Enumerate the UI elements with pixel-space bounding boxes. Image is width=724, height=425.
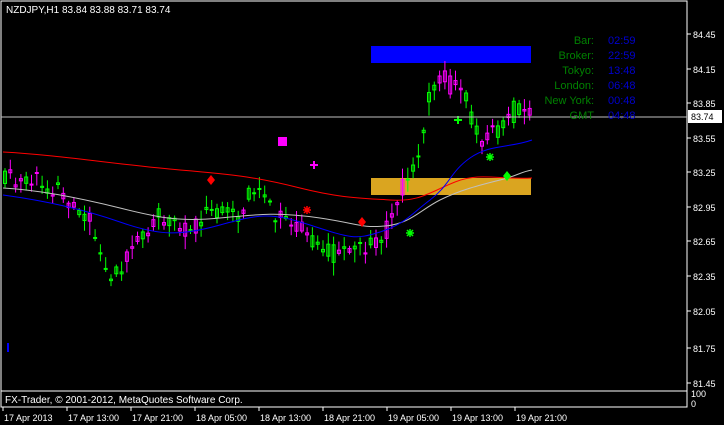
- candle-body: [93, 236, 98, 239]
- ohlc-readout: 83.84 83.88 83.71 83.74: [62, 5, 171, 16]
- price-tick-label: 82.35: [693, 272, 716, 282]
- clock-row-value: 00:48: [608, 95, 636, 107]
- price-tick-label: 82.65: [693, 237, 716, 247]
- time-tick-label: 17 Apr 2013: [4, 413, 53, 423]
- candle-body: [257, 187, 262, 190]
- time-tick-label: 17 Apr 13:00: [68, 413, 119, 423]
- session-clock-panel: Bar: 02:59 Broker: 22:59 Tokyo: 13:48 London: 0…: [544, 35, 635, 122]
- time-tick-label: 19 Apr 05:00: [388, 413, 439, 423]
- time-tick-label: 19 Apr 21:00: [516, 413, 567, 423]
- star-marker: [406, 229, 414, 237]
- price-tick-label: 81.75: [693, 344, 716, 354]
- diamond-marker: [207, 175, 215, 185]
- star-marker: [303, 206, 311, 214]
- price-tick-label: 82.95: [693, 203, 716, 213]
- candle-body: [490, 125, 495, 128]
- candle-body: [289, 224, 294, 227]
- price-tick-label: 84.45: [693, 30, 716, 40]
- clock-row-value: 06:48: [608, 80, 636, 92]
- candle-body: [252, 192, 257, 195]
- price-axis: 84.45 84.15 83.85 83.55 83.25 82.95 82.65 82.35…: [687, 30, 716, 389]
- price-chart[interactable]: NZDJPY,H1 83.84 83.88 83.71 83.74 83.74 …: [0, 0, 724, 425]
- square-marker: [278, 137, 287, 146]
- clock-row-value: 22:59: [608, 50, 636, 62]
- blue-zone-box: [371, 46, 531, 63]
- candle-body: [273, 220, 278, 223]
- cross-marker: [310, 161, 318, 169]
- price-tick-label: 82.05: [693, 307, 716, 317]
- time-tick-label: 18 Apr 13:00: [260, 413, 311, 423]
- clock-row-label: Bar:: [574, 35, 594, 47]
- candle-body: [416, 155, 421, 158]
- time-axis: 17 Apr 2013 17 Apr 13:00 17 Apr 21:00 18 Ap…: [2, 407, 567, 423]
- price-tick-label: 83.85: [693, 99, 716, 109]
- indicator-top-label: 100: [691, 389, 706, 399]
- candle-body: [209, 208, 214, 211]
- price-tick-label: 83.25: [693, 168, 716, 178]
- current-price-label: 83.74: [691, 112, 714, 122]
- clock-row-value: 04:48: [608, 110, 636, 122]
- candle-body: [268, 200, 272, 203]
- price-tick-label: 84.15: [693, 65, 716, 75]
- time-tick-label: 17 Apr 21:00: [132, 413, 183, 423]
- time-tick-label: 19 Apr 13:00: [452, 413, 503, 423]
- clock-row-value: 02:59: [608, 35, 636, 47]
- time-tick-label: 18 Apr 05:00: [196, 413, 247, 423]
- price-tick-label: 83.55: [693, 134, 716, 144]
- indicator-bottom-label: 0: [691, 399, 696, 409]
- star-marker: [486, 153, 494, 161]
- candle-body: [405, 178, 410, 181]
- clock-row-label: Broker:: [559, 50, 594, 62]
- clock-row-label: London:: [554, 80, 594, 92]
- clock-row-label: Tokyo:: [562, 65, 594, 77]
- signal-markers: [207, 116, 511, 237]
- symbol-timeframe-label: NZDJPY,H1: [6, 5, 60, 16]
- clock-row-label: New York:: [544, 95, 594, 107]
- candle-body: [358, 242, 363, 245]
- candle-body: [103, 267, 108, 270]
- clock-row-label: GMT: [570, 110, 595, 122]
- time-tick-label: 18 Apr 21:00: [324, 413, 375, 423]
- candlestick-series: [3, 60, 532, 287]
- clock-row-value: 13:48: [608, 65, 636, 77]
- copyright-text: FX-Trader, © 2001-2012, MetaQuotes Softw…: [5, 395, 243, 406]
- candle-body: [34, 172, 39, 175]
- price-tick-label: 81.45: [693, 379, 716, 389]
